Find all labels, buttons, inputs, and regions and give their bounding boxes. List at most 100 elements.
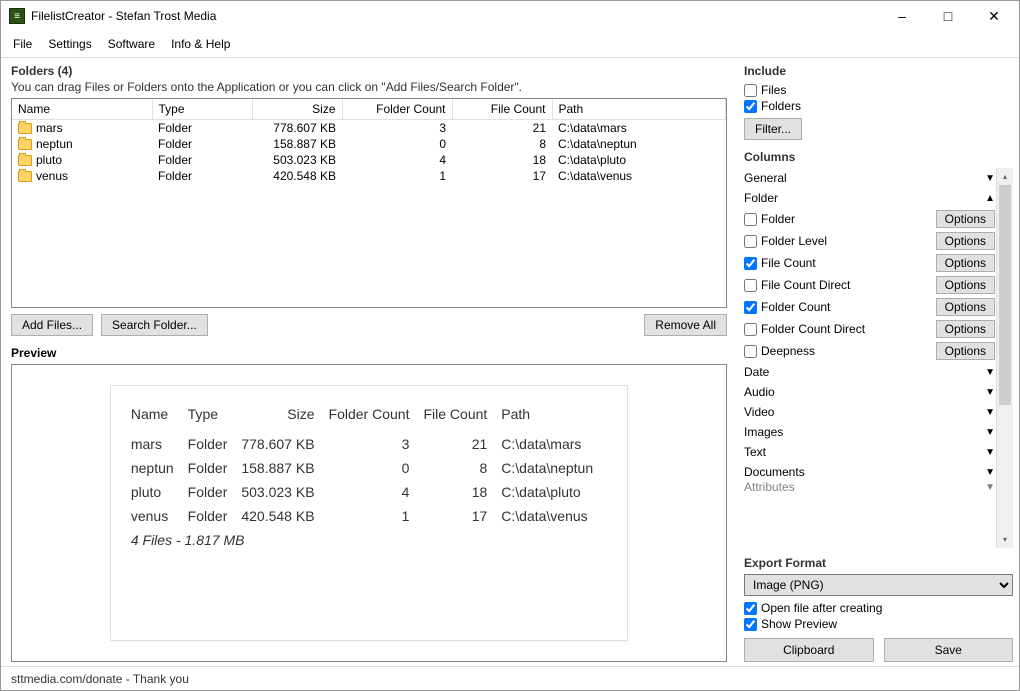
column-option-checkbox[interactable]	[744, 345, 757, 358]
category-row[interactable]: Audio▼	[744, 382, 995, 402]
app-icon	[9, 8, 25, 24]
column-options-button[interactable]: Options	[936, 232, 995, 250]
preview-title: Preview	[11, 346, 727, 360]
window-title: FilelistCreator - Stefan Trost Media	[31, 9, 879, 23]
folders-hint: You can drag Files or Folders onto the A…	[11, 80, 727, 94]
table-row[interactable]: marsFolder778.607 KB321C:\data\mars	[12, 120, 726, 137]
col-type[interactable]: Type	[152, 99, 252, 120]
chevron-down-icon: ▼	[985, 367, 995, 378]
filter-button[interactable]: Filter...	[744, 118, 802, 140]
maximize-button[interactable]: □	[925, 1, 971, 31]
statusbar: sttmedia.com/donate - Thank you	[1, 666, 1019, 690]
save-button[interactable]: Save	[884, 638, 1014, 662]
show-preview-label: Show Preview	[761, 617, 837, 631]
column-option-label: Folder Count Direct	[761, 322, 932, 336]
show-preview-row[interactable]: Show Preview	[744, 616, 1013, 632]
category-row[interactable]: Text▼	[744, 442, 995, 462]
column-option-row: File Count Options	[744, 252, 995, 274]
column-options-button[interactable]: Options	[936, 210, 995, 228]
menubar: File Settings Software Info & Help	[1, 31, 1019, 58]
clipboard-button[interactable]: Clipboard	[744, 638, 874, 662]
include-files-row[interactable]: Files	[744, 82, 1013, 98]
scroll-thumb[interactable]	[999, 185, 1011, 405]
col-name[interactable]: Name	[12, 99, 152, 120]
column-option-checkbox[interactable]	[744, 257, 757, 270]
column-option-checkbox[interactable]	[744, 323, 757, 336]
column-options-button[interactable]: Options	[936, 320, 995, 338]
column-option-checkbox[interactable]	[744, 279, 757, 292]
remove-all-button[interactable]: Remove All	[644, 314, 727, 336]
add-files-button[interactable]: Add Files...	[11, 314, 93, 336]
table-row[interactable]: neptunFolder158.887 KB08C:\data\neptun	[12, 136, 726, 152]
preview-col-folder-count: Folder Count	[329, 402, 424, 432]
chevron-down-icon: ▼	[985, 173, 995, 184]
chevron-up-icon: ▲	[985, 193, 995, 204]
table-row[interactable]: plutoFolder503.023 KB418C:\data\pluto	[12, 152, 726, 168]
folder-icon	[18, 171, 32, 182]
file-list[interactable]: Name Type Size Folder Count File Count P…	[11, 98, 727, 308]
column-option-row: DeepnessOptions	[744, 340, 995, 362]
show-preview-checkbox[interactable]	[744, 618, 757, 631]
search-folder-button[interactable]: Search Folder...	[101, 314, 208, 336]
column-options-button[interactable]: Options	[936, 298, 995, 316]
include-title: Include	[744, 64, 1013, 78]
export-format-select[interactable]: Image (PNG)	[744, 574, 1013, 596]
close-button[interactable]: ✕	[971, 1, 1017, 31]
col-file-count[interactable]: File Count	[452, 99, 552, 120]
column-option-label: File Count	[761, 256, 932, 270]
include-folders-checkbox[interactable]	[744, 100, 757, 113]
titlebar: FilelistCreator - Stefan Trost Media – □…	[1, 1, 1019, 31]
chevron-down-icon: ▼	[985, 482, 995, 492]
folder-icon	[18, 139, 32, 150]
status-text: sttmedia.com/donate - Thank you	[11, 672, 189, 686]
category-folder[interactable]: Folder ▲	[744, 188, 995, 208]
menu-settings[interactable]: Settings	[40, 33, 99, 55]
category-row[interactable]: Date▼	[744, 362, 995, 382]
menu-info-help[interactable]: Info & Help	[163, 33, 238, 55]
chevron-down-icon: ▼	[985, 467, 995, 478]
export-title: Export Format	[744, 556, 1013, 570]
table-row[interactable]: venusFolder420.548 KB117C:\data\venus	[12, 168, 726, 184]
column-option-checkbox[interactable]	[744, 213, 757, 226]
category-row[interactable]: Documents▼	[744, 462, 995, 482]
open-after-checkbox[interactable]	[744, 602, 757, 615]
column-option-row: Folder Options	[744, 208, 995, 230]
preview-row: venusFolder420.548 KB117C:\data\venus	[131, 504, 607, 528]
column-option-label: Folder	[761, 212, 932, 226]
minimize-button[interactable]: –	[879, 1, 925, 31]
include-folders-row[interactable]: Folders	[744, 98, 1013, 114]
columns-title: Columns	[744, 150, 1013, 164]
category-row[interactable]: Images▼	[744, 422, 995, 442]
preview-col-file-count: File Count	[423, 402, 501, 432]
scroll-down-arrow[interactable]: ▾	[997, 531, 1013, 548]
menu-file[interactable]: File	[5, 33, 40, 55]
chevron-down-icon: ▼	[985, 447, 995, 458]
include-files-label: Files	[761, 83, 786, 97]
category-general[interactable]: General ▼	[744, 168, 995, 188]
col-path[interactable]: Path	[552, 99, 726, 120]
scroll-up-arrow[interactable]: ▴	[997, 168, 1013, 185]
preview-col-size: Size	[241, 402, 328, 432]
menu-software[interactable]: Software	[100, 33, 163, 55]
col-folder-count[interactable]: Folder Count	[342, 99, 452, 120]
preview-col-path: Path	[501, 402, 607, 432]
column-options-button[interactable]: Options	[936, 254, 995, 272]
chevron-down-icon: ▼	[985, 427, 995, 438]
chevron-down-icon: ▼	[985, 407, 995, 418]
columns-scroll: General ▼ Folder ▲ FolderOptionsFolder L…	[744, 168, 1013, 548]
col-size[interactable]: Size	[252, 99, 342, 120]
vertical-scrollbar[interactable]: ▴ ▾	[996, 168, 1013, 548]
column-options-button[interactable]: Options	[936, 342, 995, 360]
category-row[interactable]: Video▼	[744, 402, 995, 422]
column-option-checkbox[interactable]	[744, 235, 757, 248]
column-option-checkbox[interactable]	[744, 301, 757, 314]
include-files-checkbox[interactable]	[744, 84, 757, 97]
left-panel: Folders (4) You can drag Files or Folder…	[1, 58, 737, 666]
include-folders-label: Folders	[761, 99, 801, 113]
column-option-row: Folder LevelOptions	[744, 230, 995, 252]
category-attributes[interactable]: Attributes ▼	[744, 482, 995, 492]
open-after-row[interactable]: Open file after creating	[744, 600, 1013, 616]
column-option-label: File Count Direct	[761, 278, 932, 292]
column-option-row: File Count Direct Options	[744, 274, 995, 296]
column-options-button[interactable]: Options	[936, 276, 995, 294]
